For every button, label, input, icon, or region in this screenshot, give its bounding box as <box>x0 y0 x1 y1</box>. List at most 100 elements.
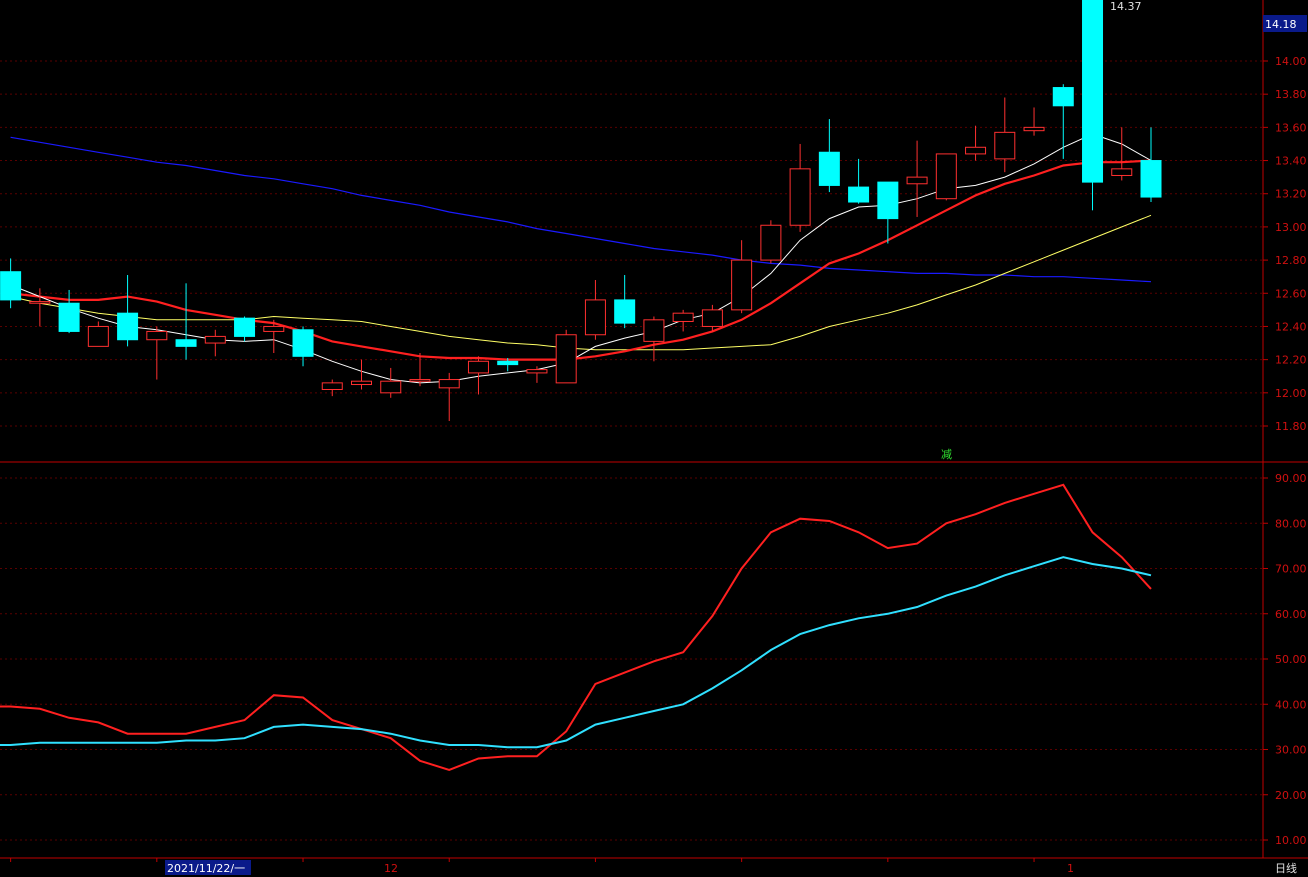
candle <box>321 379 343 397</box>
stock-chart: 14.00 13.80 13.60 13.40 13.20 13.00 12.80 12.60… <box>0 0 1308 875</box>
candle-body <box>614 299 636 324</box>
price-tick-label: 12.20 <box>1275 354 1307 367</box>
indicator-tick-label: 60.00 <box>1275 608 1307 621</box>
candle-body <box>234 317 256 337</box>
labels: 14.18 14.37 减 2021/11/22/一 12 1 日线 <box>165 0 1307 875</box>
indicator-tick-label: 90.00 <box>1275 472 1307 485</box>
indicator-tick-label: 50.00 <box>1275 653 1307 666</box>
candle-body <box>555 334 577 384</box>
indicator-tick-label: 20.00 <box>1275 789 1307 802</box>
indicator-tick-label: 40.00 <box>1275 698 1307 711</box>
candle-body <box>292 329 314 357</box>
price-tick-label: 12.40 <box>1275 320 1307 333</box>
candle-body <box>906 176 928 185</box>
candle <box>731 240 753 314</box>
candle <box>614 275 636 329</box>
candle-body <box>1140 160 1162 198</box>
candle-body <box>789 168 811 226</box>
candle <box>292 326 314 367</box>
candle-body <box>877 181 899 220</box>
candle-body <box>701 309 723 327</box>
candle-body <box>1082 0 1104 183</box>
candle-body <box>1023 126 1045 132</box>
x-label-date: 2021/11/22/一 <box>167 862 245 875</box>
candle <box>672 309 694 332</box>
x-label-12: 12 <box>384 862 398 875</box>
candle-body <box>760 224 782 261</box>
candle-body <box>146 330 168 341</box>
candle-body <box>526 369 548 374</box>
candle-body <box>672 312 694 322</box>
price-tick-label: 12.60 <box>1275 287 1307 300</box>
candle-body <box>351 380 373 386</box>
candle-body <box>994 131 1016 160</box>
candle <box>1082 0 1104 211</box>
indicator-tick-label: 10.00 <box>1275 834 1307 847</box>
candle <box>1052 84 1074 159</box>
candle <box>117 275 139 347</box>
candle <box>935 153 957 201</box>
candle-body <box>204 335 226 344</box>
indicator-tick-label: 80.00 <box>1275 517 1307 530</box>
candle <box>58 289 80 334</box>
candle-body <box>438 379 460 389</box>
candle <box>1140 127 1162 203</box>
indicator-lines <box>0 483 1152 771</box>
indicator-tick-label: 30.00 <box>1275 744 1307 757</box>
candle-body <box>497 360 519 366</box>
candle <box>848 158 870 204</box>
candle <box>789 143 811 232</box>
candle-body <box>263 325 285 332</box>
price-tick-label: 12.80 <box>1275 254 1307 267</box>
candle-body <box>380 380 402 394</box>
axes: 14.00 13.80 13.60 13.40 13.20 13.00 12.80 12.60… <box>0 0 1308 862</box>
signal-label: 减 <box>941 448 952 461</box>
candle-body <box>29 301 51 304</box>
indicator-tick-label: 70.00 <box>1275 563 1307 576</box>
candle <box>760 220 782 264</box>
candle <box>409 353 431 387</box>
candle-body <box>467 360 489 374</box>
candle <box>1111 127 1133 181</box>
grid-layer <box>0 60 1263 841</box>
candle-body <box>117 312 139 341</box>
candle-body <box>87 325 109 347</box>
candle-body <box>965 146 987 155</box>
period-label[interactable]: 日线 <box>1275 861 1297 875</box>
price-tick-label: 13.00 <box>1275 221 1307 234</box>
candle <box>643 316 665 362</box>
candle <box>0 258 22 309</box>
price-tick-label: 13.40 <box>1275 155 1307 168</box>
indicator-series-line <box>0 483 1152 771</box>
candle <box>351 359 373 390</box>
candle <box>555 329 577 384</box>
price-tick-label: 11.80 <box>1275 420 1307 433</box>
candle-body <box>0 271 22 301</box>
candle <box>204 329 226 357</box>
price-tick-label: 14.00 <box>1275 55 1307 68</box>
candle-body <box>818 151 840 186</box>
price-marker: 14.18 <box>1265 18 1297 31</box>
candle <box>234 316 256 342</box>
candle <box>906 140 928 217</box>
candle <box>175 283 197 360</box>
indicator-series-line <box>0 556 1152 749</box>
candle <box>87 321 109 347</box>
candle <box>584 280 606 340</box>
candle <box>146 326 168 380</box>
candle <box>818 119 840 193</box>
candle-body <box>584 299 606 336</box>
candle-body <box>643 319 665 342</box>
candle-body <box>409 379 431 382</box>
candle <box>877 181 899 244</box>
price-tick-label: 13.60 <box>1275 121 1307 134</box>
candle-body <box>321 382 343 391</box>
high-label: 14.37 <box>1110 0 1142 13</box>
x-label-1: 1 <box>1067 862 1074 875</box>
candle-body <box>731 259 753 311</box>
candle <box>438 372 460 422</box>
candle <box>380 367 402 398</box>
price-tick-label: 13.80 <box>1275 88 1307 101</box>
candle <box>526 366 548 383</box>
candle-body <box>935 153 957 200</box>
